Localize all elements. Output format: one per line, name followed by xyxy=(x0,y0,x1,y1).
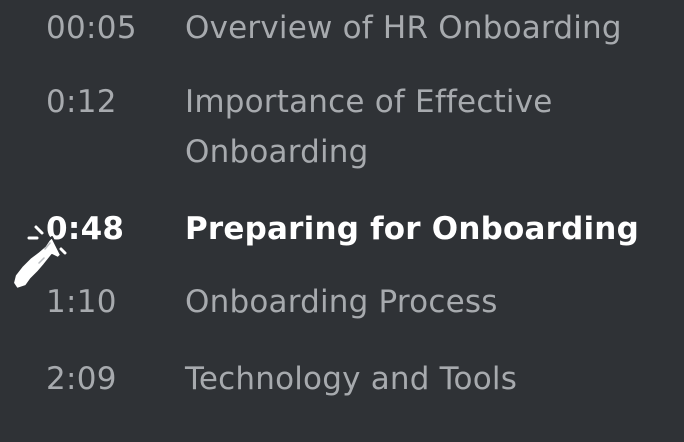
chapter-timestamp-active[interactable]: 0:48 xyxy=(46,204,124,254)
chapter-title-active[interactable]: Preparing for Onboarding xyxy=(185,204,675,254)
chapter-timestamp[interactable]: 2:09 xyxy=(46,354,117,404)
chapter-title[interactable]: Importance of Effective Onboarding xyxy=(185,77,675,177)
chapter-item-importance[interactable]: 0:12 Importance of Effective Onboarding xyxy=(0,77,684,179)
chapter-timestamp[interactable]: 1:10 xyxy=(46,277,117,327)
chapter-title[interactable]: Overview of HR Onboarding xyxy=(185,3,675,53)
chapter-timestamp[interactable]: 00:05 xyxy=(46,3,137,53)
chapter-title[interactable]: Onboarding Process xyxy=(185,277,675,327)
chapter-item-technology[interactable]: 2:09 Technology and Tools xyxy=(0,354,684,404)
chapter-title[interactable]: Technology and Tools xyxy=(185,354,675,404)
chapter-item-overview[interactable]: 00:05 Overview of HR Onboarding xyxy=(0,3,684,53)
chapter-item-preparing-active[interactable]: 0:48 Preparing for Onboarding xyxy=(0,204,684,254)
chapter-item-process[interactable]: 1:10 Onboarding Process xyxy=(0,277,684,327)
chapter-list: 00:05 Overview of HR Onboarding 0:12 Imp… xyxy=(0,0,684,442)
chapter-timestamp[interactable]: 0:12 xyxy=(46,77,117,127)
